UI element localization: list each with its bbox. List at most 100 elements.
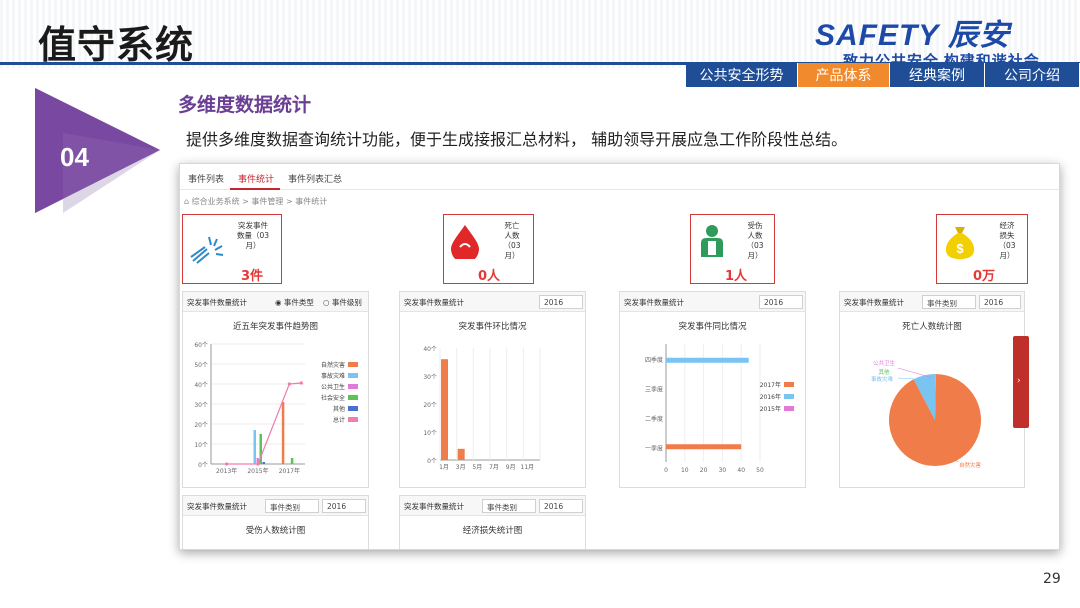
legend-label: 其他	[333, 405, 345, 413]
y-tick-label: 10个	[423, 430, 437, 437]
nav-item-company[interactable]: 公司介绍	[985, 63, 1080, 87]
stat-value-events: 3件	[241, 269, 264, 284]
y-tick-label: 0个	[198, 462, 208, 469]
total-point	[299, 381, 303, 385]
tab-event-summary[interactable]: 事件列表汇总	[280, 164, 348, 190]
panel-injuries: 突发事件数量统计 事件类别 2016 受伤人数统计图	[182, 495, 369, 549]
legend-swatch	[348, 417, 358, 422]
x-tick-label: 5月	[472, 464, 482, 471]
panel-mom: 突发事件数量统计 2016 突发事件环比情况 0个 10个 20个 30个 40个 1月 3…	[399, 291, 586, 488]
x-tick-label: 0	[664, 467, 668, 474]
panel-header: 突发事件数量统计 事件类别 2016	[183, 496, 368, 516]
stat-label-losses: 经济 损失 （03 月）	[998, 221, 1016, 260]
trend-chart: 0个 10个 20个 30个 40个 50个 60个 2013年 2015年 2017年 自然灾害事…	[194, 342, 358, 475]
nav-item-products[interactable]: 产品体系	[798, 63, 890, 87]
legend-label: 2016年	[760, 393, 781, 401]
y-tick-label: 三季度	[645, 385, 663, 393]
logo-main-text: SAFETY 辰安	[815, 19, 1011, 52]
blood-drop-icon	[451, 225, 479, 259]
stat-label-injuries: 受伤 人数 （03 月）	[746, 221, 764, 260]
x-tick-label: 50	[756, 467, 764, 474]
injured-person-icon	[701, 225, 723, 257]
y-tick-label: 10个	[194, 442, 208, 449]
svg-text:$: $	[956, 241, 964, 256]
section-number: 04	[60, 142, 89, 172]
x-tick-label: 11月	[521, 464, 535, 471]
y-tick-label: 20个	[423, 402, 437, 409]
mom-chart: 0个 10个 20个 30个 40个 1月 3月 5月 7月 9月 11月	[423, 346, 541, 471]
x-tick-label: 2017年	[279, 467, 300, 475]
panel-head-label: 突发事件数量统计	[187, 502, 247, 511]
bar	[253, 430, 256, 464]
legend-swatch	[784, 406, 794, 411]
legend-label: 总计	[333, 416, 345, 424]
chevron-right-icon: ›	[1017, 376, 1021, 386]
stat-label-events: 突发事件 数量（03 月）	[236, 221, 270, 250]
x-tick-label: 1月	[439, 464, 449, 471]
total-point	[256, 462, 260, 466]
section-title: 多维度数据统计	[178, 94, 312, 116]
x-tick-label: 9月	[506, 464, 516, 471]
legend-label: 2017年	[760, 381, 781, 389]
app-screenshot: 事件列表 事件统计 事件列表汇总 ⌂ 综合业务系统 > 事件管理 > 事件统计 …	[179, 163, 1060, 550]
y-tick-label: 50个	[194, 362, 208, 369]
y-tick-label: 一季度	[645, 444, 663, 452]
x-tick-label: 2015年	[247, 467, 268, 475]
category-select[interactable]: 事件类别	[482, 499, 536, 513]
yoy-chart: 0 10 20 30 40 50 一季度 二季度 三季度 四季度 2017年 2016年 2015年	[645, 344, 794, 474]
stat-label-deaths: 死亡 人数 （03 月）	[503, 221, 521, 260]
y-tick-label: 30个	[423, 374, 437, 381]
bar	[457, 448, 465, 460]
y-tick-label: 40个	[423, 346, 437, 353]
stat-card-deaths: 死亡 人数 （03 月） 0人	[443, 214, 534, 284]
stat-value-deaths: 0人	[478, 269, 501, 284]
slide-title: 值守系统	[38, 23, 195, 67]
total-point	[287, 382, 291, 386]
stat-value-losses: 0万	[973, 269, 996, 284]
stat-value-injuries: 1人	[725, 269, 748, 284]
page-number: 29	[1043, 571, 1061, 587]
bar	[441, 359, 448, 460]
total-point	[225, 462, 229, 466]
x-tick-label: 40	[737, 467, 745, 474]
chart-title: 经济损失统计图	[462, 526, 523, 536]
money-bag-icon: $	[945, 227, 975, 259]
stat-card-losses: $ 经济 损失 （03 月） 0万	[936, 214, 1028, 284]
bar	[262, 462, 265, 464]
tab-event-stats[interactable]: 事件统计	[230, 164, 281, 190]
tab-event-list[interactable]: 事件列表	[180, 164, 230, 190]
side-expand-tab[interactable]: ›	[1013, 336, 1029, 428]
year-select[interactable]: 2016	[322, 499, 366, 513]
y-tick-label: 四季度	[645, 356, 663, 364]
nav-item-safety-situation[interactable]: 公共安全形势	[686, 63, 798, 87]
legend-label: 社会安全	[321, 394, 345, 402]
legend-swatch	[784, 394, 794, 399]
x-tick-label: 10	[681, 467, 689, 474]
panel-losses: 突发事件数量统计 事件类别 2016 经济损失统计图	[399, 495, 586, 549]
stat-card-injuries: 受伤 人数 （03 月） 1人	[690, 214, 775, 284]
year-select[interactable]: 2016	[539, 499, 583, 513]
bar	[666, 444, 742, 450]
y-tick-label: 二季度	[645, 415, 663, 423]
x-tick-label: 7月	[489, 464, 499, 471]
panel-trend: 突发事件数量统计 ◉ 事件类型 ○ 事件级别 近五年突发事件趋势图 0个 10个 2…	[182, 291, 369, 488]
x-tick-label: 3月	[456, 464, 466, 471]
y-tick-label: 30个	[194, 402, 208, 409]
legend-swatch	[348, 384, 358, 389]
legend-label: 2015年	[760, 405, 781, 413]
y-tick-label: 0个	[427, 458, 437, 465]
category-select[interactable]: 事件类别	[265, 499, 319, 513]
bar	[290, 458, 294, 464]
y-tick-label: 20个	[194, 422, 208, 429]
x-tick-label: 2013年	[216, 467, 237, 475]
section-description: 提供多维度数据查询统计功能，便于生成接报汇总材料， 辅助领导开展应急工作阶段性总…	[186, 130, 848, 149]
x-tick-label: 30	[719, 467, 727, 474]
panel-head-label: 突发事件数量统计	[404, 502, 464, 511]
pie-leader	[897, 367, 934, 379]
bar	[281, 402, 285, 464]
pie-label: 自然灾害	[959, 461, 982, 469]
section-badge	[35, 88, 160, 213]
nav-item-cases[interactable]: 经典案例	[890, 63, 985, 87]
legend-label: 事故灾难	[321, 372, 345, 380]
pie-label: 其他	[878, 368, 890, 376]
